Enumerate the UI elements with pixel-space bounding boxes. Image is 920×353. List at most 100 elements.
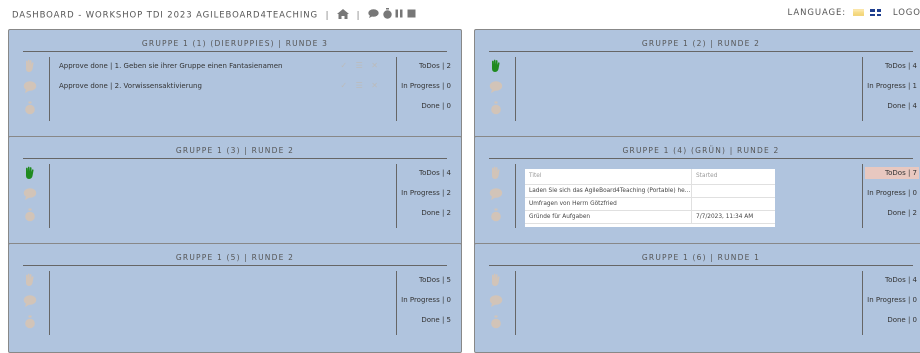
- timer-icon[interactable]: [489, 101, 503, 115]
- group-panel-2: GRUPPE 1 (2) | RUNDE 2 ToDos | 4 In Prog…: [474, 29, 920, 139]
- timer-icon[interactable]: [23, 208, 37, 222]
- divider: [489, 51, 913, 52]
- language-selector: LANGUAGE: LOGOU: [788, 8, 920, 18]
- task-label: Approve done | 1. Geben sie ihrer Gruppe…: [59, 62, 283, 70]
- column-header-started[interactable]: Started: [692, 169, 775, 184]
- todos-count: ToDos | 4: [885, 276, 917, 284]
- panel-title: GRUPPE 1 (3) | RUNDE 2: [175, 146, 295, 155]
- todos-count: ToDos | 4: [419, 169, 451, 177]
- divider: [489, 158, 913, 159]
- done-count: Done | 2: [887, 209, 917, 217]
- inprogress-count: In Progress | 0: [401, 82, 451, 90]
- top-bar: DASHBOARD - WORKSHOP TDI 2023 AGILEBOARD…: [0, 0, 920, 28]
- inprogress-count: In Progress | 0: [867, 296, 917, 304]
- divider: [396, 271, 397, 335]
- table-cell: Laden Sie sich das AgileBoard4Teaching (…: [525, 185, 692, 197]
- done-count: Done | 5: [421, 316, 451, 324]
- panel-title: GRUPPE 1 (2) | RUNDE 2: [641, 39, 761, 48]
- divider: [49, 164, 50, 228]
- group-panel-3: GRUPPE 1 (3) | RUNDE 2 ToDos | 4 In Prog…: [8, 136, 462, 246]
- raised-hand-icon[interactable]: [23, 166, 37, 180]
- timer-icon[interactable]: [489, 208, 503, 222]
- done-count: Done | 0: [421, 102, 451, 110]
- divider: [49, 271, 50, 335]
- panel-title: GRUPPE 1 (6) | RUNDE 1: [641, 253, 761, 262]
- table-cell: [692, 198, 775, 210]
- group-panel-6: GRUPPE 1 (6) | RUNDE 1 ToDos | 4 In Prog…: [474, 243, 920, 353]
- task-item: Approve done | 1. Geben sie ihrer Gruppe…: [59, 60, 387, 72]
- task-action-icons[interactable]: ✓ ☰ ✕: [340, 80, 381, 92]
- status-icons: [23, 166, 39, 229]
- divider: [862, 271, 863, 335]
- separator: |: [356, 10, 361, 21]
- panel-title: GRUPPE 1 (4) (GRÜN) | RUNDE 2: [622, 146, 780, 155]
- divider: [23, 51, 447, 52]
- task-counts: ToDos | 4 In Progress | 1 Done | 4: [865, 60, 919, 120]
- chat-bubble-icon[interactable]: [23, 187, 37, 201]
- done-count: Done | 0: [887, 316, 917, 324]
- task-counts: ToDos | 4 In Progress | 2 Done | 2: [399, 167, 453, 227]
- raised-hand-icon[interactable]: [489, 166, 503, 180]
- divider: [396, 57, 397, 121]
- task-counts: ToDos | 7 In Progress | 0 Done | 2: [865, 167, 919, 227]
- divider: [49, 57, 50, 121]
- column-header-title[interactable]: Titel: [525, 169, 692, 184]
- german-flag-icon[interactable]: [852, 9, 864, 16]
- inprogress-count: In Progress | 2: [401, 189, 451, 197]
- raised-hand-icon[interactable]: [489, 59, 503, 73]
- chat-bubble-icon[interactable]: [23, 294, 37, 308]
- group-panel-1: GRUPPE 1 (1) (DIERUPPIES) | RUNDE 3 Appr…: [8, 29, 462, 139]
- logout-link[interactable]: LOGOU: [893, 8, 920, 18]
- divider: [23, 265, 447, 266]
- done-count: Done | 4: [887, 102, 917, 110]
- table-cell: 7/7/2023, 11:34 AM: [696, 214, 754, 220]
- timer-icon[interactable]: [23, 315, 37, 329]
- stop-icon[interactable]: [407, 9, 416, 21]
- task-action-icons[interactable]: ✓ ☰ ✕: [340, 60, 381, 72]
- divider: [862, 57, 863, 121]
- todos-count: ToDos | 4: [885, 62, 917, 70]
- dashboard-title: DASHBOARD - WORKSHOP TDI 2023 AGILEBOARD…: [12, 10, 318, 21]
- done-count: Done | 2: [421, 209, 451, 217]
- uk-flag-icon[interactable]: [870, 9, 882, 16]
- separator: |: [325, 10, 330, 21]
- table-row[interactable]: Umfragen von Herrn Götzfried: [525, 198, 775, 211]
- status-icons: [23, 273, 39, 336]
- task-list: Approve done | 1. Geben sie ihrer Gruppe…: [59, 60, 387, 100]
- table-row[interactable]: Laden Sie sich das AgileBoard4Teaching (…: [525, 185, 775, 198]
- group-panel-5: GRUPPE 1 (5) | RUNDE 2 ToDos | 5 In Prog…: [8, 243, 462, 353]
- task-counts: ToDos | 4 In Progress | 0 Done | 0: [865, 274, 919, 334]
- divider: [862, 164, 863, 228]
- timer-icon[interactable]: [23, 101, 37, 115]
- chat-icon[interactable]: [368, 9, 379, 21]
- panel-title: GRUPPE 1 (5) | RUNDE 2: [175, 253, 295, 262]
- task-counts: ToDos | 2 In Progress | 0 Done | 0: [399, 60, 453, 120]
- inprogress-count: In Progress | 0: [867, 189, 917, 197]
- inprogress-count: In Progress | 0: [401, 296, 451, 304]
- task-table: Titel Started Laden Sie sich das AgileBo…: [525, 169, 775, 227]
- chat-bubble-icon[interactable]: [489, 294, 503, 308]
- chat-bubble-icon[interactable]: [23, 80, 37, 94]
- divider: [396, 164, 397, 228]
- home-icon[interactable]: [336, 8, 349, 22]
- raised-hand-icon[interactable]: [23, 59, 37, 73]
- panel-title: GRUPPE 1 (1) (DIERUPPIES) | RUNDE 3: [141, 39, 329, 48]
- todos-count: ToDos | 5: [419, 276, 451, 284]
- status-icons: [489, 273, 505, 336]
- raised-hand-icon[interactable]: [489, 273, 503, 287]
- table-row[interactable]: Gründe für Aufgaben 7/7/2023, 11:34 AM: [525, 211, 775, 224]
- timer-icon[interactable]: [489, 315, 503, 329]
- chat-bubble-icon[interactable]: [489, 80, 503, 94]
- divider: [515, 271, 516, 335]
- language-label: LANGUAGE:: [787, 8, 847, 18]
- divider: [489, 265, 913, 266]
- dashboard-header: DASHBOARD - WORKSHOP TDI 2023 AGILEBOARD…: [12, 8, 416, 22]
- timer-icon[interactable]: [382, 8, 392, 22]
- task-counts: ToDos | 5 In Progress | 0 Done | 5: [399, 274, 453, 334]
- chat-bubble-icon[interactable]: [489, 187, 503, 201]
- divider: [23, 158, 447, 159]
- table-header: Titel Started: [525, 169, 775, 185]
- raised-hand-icon[interactable]: [23, 273, 37, 287]
- pause-icon[interactable]: [395, 9, 403, 21]
- todos-count: ToDos | 7: [865, 167, 919, 179]
